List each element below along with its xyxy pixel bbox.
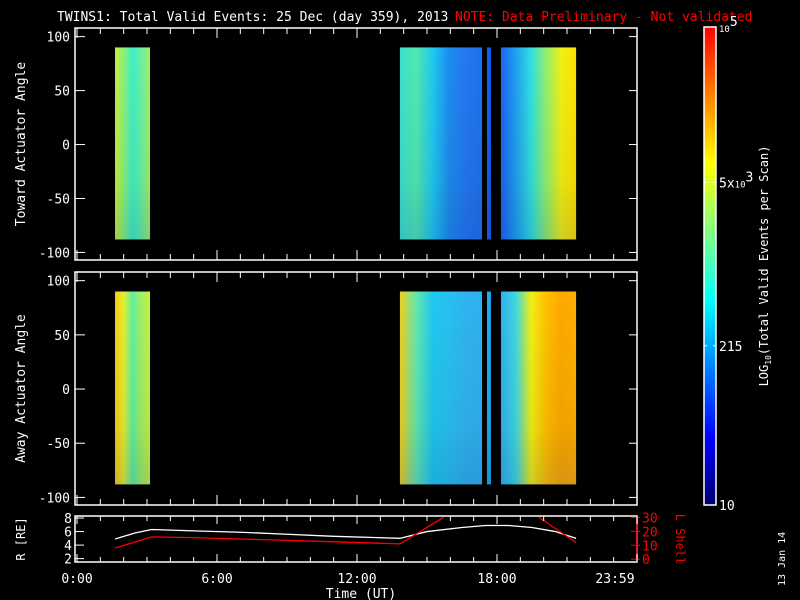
y-tick-label: -100 bbox=[39, 246, 70, 261]
y-tick-label: -50 bbox=[47, 192, 70, 207]
away-block-shade bbox=[500, 291, 577, 485]
toward-block-shade bbox=[399, 47, 483, 240]
x-tick-label: 6:00 bbox=[201, 572, 232, 587]
y-tick-label: 100 bbox=[47, 31, 70, 46]
y2-tick-label: 10 bbox=[642, 539, 658, 554]
tick-prefix: 5x bbox=[719, 176, 735, 191]
x-tick-label: 18:00 bbox=[477, 572, 516, 587]
away-block-shade bbox=[399, 291, 483, 485]
toward-ylabel: Toward Actuator Angle bbox=[14, 62, 29, 227]
r-axis-label: R [RE] bbox=[14, 517, 28, 560]
colorbar-tick-label: 215 bbox=[719, 340, 742, 355]
y-tick-label: -50 bbox=[47, 437, 70, 452]
colorbar bbox=[703, 26, 717, 506]
y2-tick-label: 30 bbox=[642, 511, 658, 526]
y-tick-label: 2 bbox=[64, 553, 72, 568]
series-line-l-shell bbox=[114, 516, 444, 549]
plot-title: TWINS1: Total Valid Events: 25 Dec (day … bbox=[57, 10, 448, 25]
label-prefix: LOG bbox=[757, 365, 771, 387]
l-shell-axis-label: L Shell bbox=[673, 514, 687, 565]
toward-block-shade bbox=[115, 47, 151, 240]
tick-exponent: 5 bbox=[730, 15, 738, 30]
y2-tick-label: 20 bbox=[642, 525, 658, 540]
toward-block-shade bbox=[500, 47, 577, 240]
label-suffix: (Total Valid Events per Scan) bbox=[757, 146, 771, 356]
y-tick-label: 0 bbox=[62, 139, 70, 154]
label-subscript: 10 bbox=[764, 355, 773, 365]
colorbar-label: LOG10(Total Valid Events per Scan) bbox=[757, 146, 773, 387]
tick-base: 10 bbox=[719, 499, 735, 514]
y-tick-label: -100 bbox=[39, 491, 70, 506]
tick-base: 215 bbox=[719, 340, 742, 355]
x-axis-label: Time (UT) bbox=[326, 587, 396, 600]
x-tick-label: 0:00 bbox=[61, 572, 92, 587]
orbit-panel-frame bbox=[74, 515, 638, 563]
x-tick-label: 23:59 bbox=[595, 572, 634, 587]
y-tick-label: 50 bbox=[54, 329, 70, 344]
colorbar-tick-label: 10 bbox=[719, 499, 735, 514]
y-tick-label: 100 bbox=[47, 275, 70, 290]
twins-plot: TWINS1: Total Valid Events: 25 Dec (day … bbox=[14, 10, 788, 600]
preliminary-note: NOTE: Data Preliminary - Not validated bbox=[455, 10, 752, 25]
away-block-shade bbox=[115, 291, 151, 485]
y2-tick-label: 0 bbox=[642, 553, 650, 568]
away-block-shade bbox=[486, 291, 491, 485]
x-tick-label: 12:00 bbox=[337, 572, 376, 587]
tick-exponent: 3 bbox=[746, 170, 754, 185]
away-ylabel: Away Actuator Angle bbox=[14, 314, 29, 463]
y-tick-label: 0 bbox=[62, 383, 70, 398]
tick-base: 10 bbox=[735, 180, 746, 190]
toward-block-shade bbox=[486, 47, 491, 240]
y-tick-label: 50 bbox=[54, 85, 70, 100]
tick-base: 10 bbox=[719, 25, 730, 35]
colorbar-tick-label: 5x103 bbox=[719, 170, 753, 191]
side-date: 13 Jan 14 bbox=[777, 532, 788, 586]
